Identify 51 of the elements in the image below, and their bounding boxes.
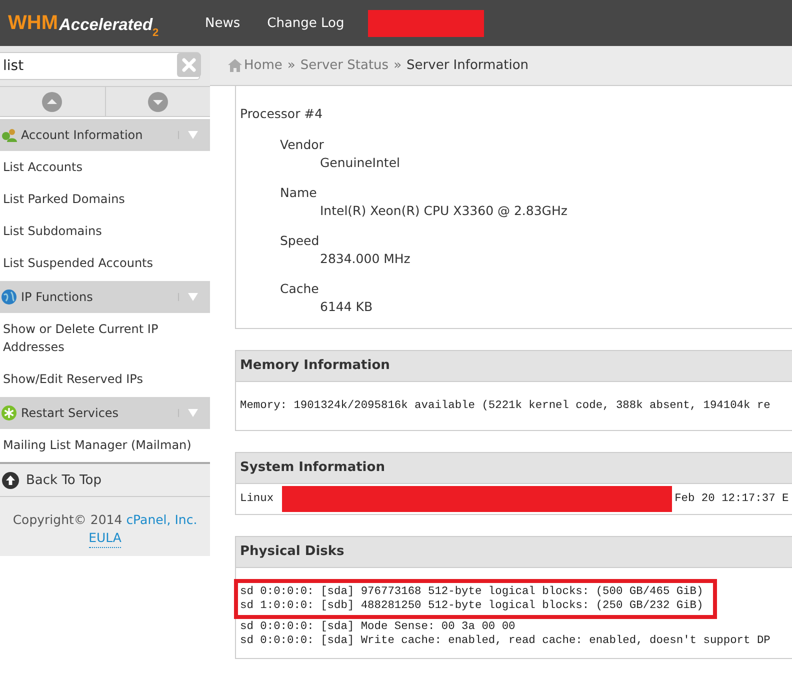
sidebar-link[interactable]: Show/Edit Reserved IPs [0, 363, 210, 395]
sidebar-link[interactable]: List Suspended Accounts [0, 247, 210, 279]
section-header[interactable]: IP Functions [0, 281, 210, 313]
field-label: Speed [279, 233, 320, 248]
section-title: Account Information [21, 128, 144, 142]
output-line: Linux [240, 493, 274, 505]
users-icon [1, 127, 17, 143]
section-header[interactable]: Restart Services [0, 397, 210, 429]
section-title: IP Functions [21, 290, 94, 304]
section-header[interactable]: Account Information [0, 119, 210, 151]
breadcrumb-current: Server Information [406, 58, 529, 73]
logo-subtitle: Accelerated [58, 16, 153, 34]
sidebar-link[interactable]: List Parked Domains [0, 183, 210, 215]
field-value: GenuineIntel [319, 155, 401, 170]
sidebar-link[interactable]: List Accounts [0, 151, 210, 183]
logo-text: WHM [8, 12, 58, 34]
field-label: Cache [279, 281, 320, 296]
field-label: Vendor [279, 137, 325, 152]
sidebar-link[interactable]: Show or Delete Current IP Addresses [0, 313, 210, 363]
breadcrumb-link[interactable]: Server Status [300, 58, 389, 73]
field-label: Name [279, 185, 318, 200]
back-to-top-link[interactable]: Back To Top [0, 462, 210, 497]
output-line: sd 0:0:0:0: [sda] Mode Sense: 00 3a 00 00 [240, 621, 516, 633]
field-value: 2834.000 MHz [319, 251, 412, 266]
asterisk-icon [1, 405, 17, 421]
field-value: 6144 KB [319, 299, 374, 314]
clear-button[interactable] [177, 53, 201, 77]
field-value: Intel(R) Xeon(R) CPU X3360 @ 2.83GHz [319, 203, 568, 218]
copyright-text: Copyright© 2014 [12, 511, 122, 529]
output-line: sd 1:0:0:0: [sdb] 488281250 512-byte logical blocks: (250 GB/232 GiB) [240, 600, 704, 612]
output-line: Feb 20 12:17:37 E [674, 493, 789, 505]
nav-link[interactable]: Change Log [267, 16, 344, 30]
breadcrumb-link[interactable]: Home [244, 58, 282, 73]
processor-title: Processor #4 [240, 106, 324, 121]
output-line: Memory: 1901324k/2095816k available (5221k kernel code, 388k absent, 194104k re [240, 400, 770, 412]
breadcrumb-separator: » [287, 58, 296, 73]
output-line: sd 0:0:0:0: [sda] 976773168 512-byte logical blocks: (500 GB/465 GiB) [240, 586, 704, 598]
panel-header: Physical Disks [236, 537, 792, 568]
breadcrumb-separator: » [394, 58, 402, 73]
home-icon [228, 59, 242, 72]
panel-header: Memory Information [236, 351, 792, 382]
output-line: sd 0:0:0:0: [sda] Write cache: enabled, read cache: enabled, doesn't support DP [240, 635, 770, 647]
close-icon [182, 58, 196, 72]
nav-link[interactable]: News [205, 16, 240, 30]
logo-version: 2 [152, 26, 159, 38]
panel-header: System Information [236, 453, 792, 484]
search-field[interactable]: list [0, 52, 200, 80]
section-title: Restart Services [21, 406, 120, 420]
sidebar-link[interactable]: List Subdomains [0, 215, 210, 247]
globe-icon [1, 289, 17, 305]
sidebar-link[interactable]: Mailing List Manager (Mailman) [0, 429, 210, 461]
